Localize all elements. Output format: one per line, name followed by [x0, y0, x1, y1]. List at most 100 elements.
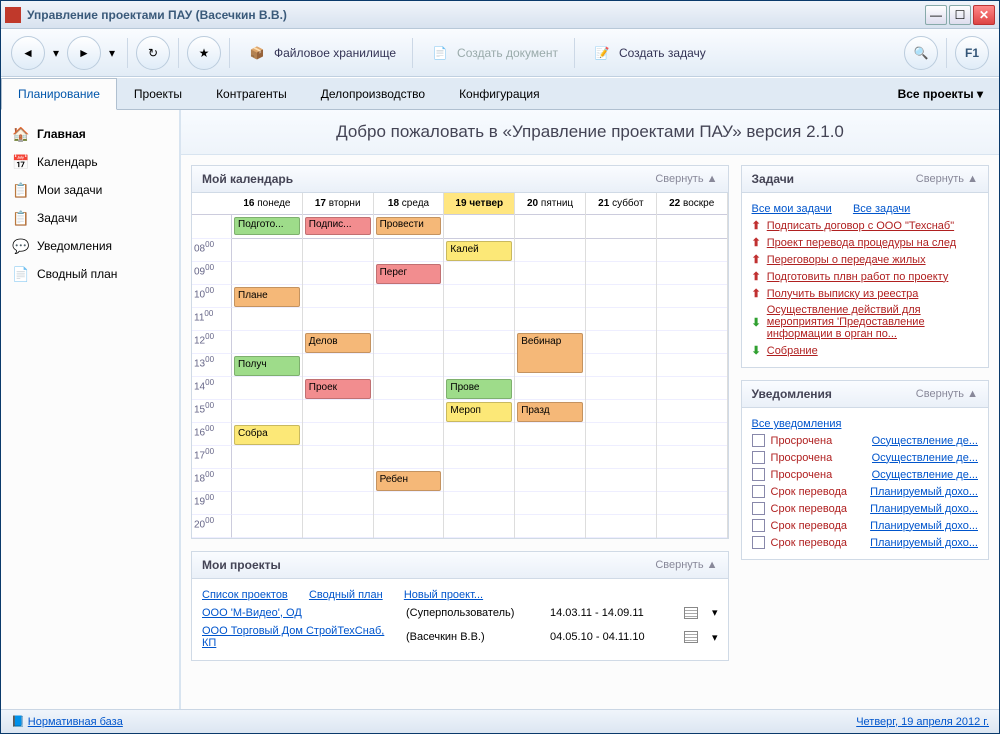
allday-event[interactable]: Провести	[376, 217, 442, 235]
calendar-event[interactable]: Получ	[234, 356, 300, 376]
projects-collapse[interactable]: Свернуть ▲	[655, 559, 717, 571]
calendar-event[interactable]: Ребен	[376, 471, 442, 491]
calendar-event[interactable]: Плане	[234, 287, 300, 307]
box-icon: 📦	[246, 42, 268, 64]
minimize-button[interactable]: —	[925, 5, 947, 25]
task-link[interactable]: Получить выписку из реестра	[767, 288, 919, 300]
day-header[interactable]: 16 понеде	[232, 193, 302, 215]
notifications-collapse[interactable]: Свернуть ▲	[916, 388, 978, 400]
allday-cell[interactable]	[586, 215, 656, 239]
allday-cell[interactable]: Подпис...	[303, 215, 373, 239]
calendar-event[interactable]: Собра	[234, 425, 300, 445]
task-link[interactable]: Собрание	[767, 345, 818, 357]
refresh-button[interactable]: ↻	[136, 36, 170, 70]
statusbar-date-link[interactable]: Четверг, 19 апреля 2012 г.	[856, 716, 989, 728]
tasks-collapse[interactable]: Свернуть ▲	[916, 173, 978, 185]
tab-4[interactable]: Конфигурация	[442, 78, 557, 109]
task-link[interactable]: Подписать договор с ООО "Техснаб"	[767, 220, 954, 232]
notification-link[interactable]: Осуществление де...	[872, 435, 978, 447]
notification-link[interactable]: Планируемый дохо...	[870, 537, 978, 549]
back-dropdown[interactable]: ▾	[49, 36, 63, 70]
calendar-event[interactable]: Мероп	[446, 402, 512, 422]
create-task-button[interactable]: 📝 Создать задачу	[583, 38, 714, 68]
maximize-button[interactable]: ☐	[949, 5, 971, 25]
project-name-link[interactable]: ООО 'М-Видео', ОД	[202, 607, 392, 619]
notification-checkbox[interactable]	[752, 485, 765, 498]
notification-checkbox[interactable]	[752, 502, 765, 515]
sidebar-item-5[interactable]: 📄Сводный план	[9, 260, 171, 288]
project-name-link[interactable]: ООО Торговый Дом СтройТехСнаб, КП	[202, 625, 392, 649]
notification-status: Просрочена	[771, 452, 866, 464]
tab-2[interactable]: Контрагенты	[199, 78, 304, 109]
notification-link[interactable]: Осуществление де...	[872, 452, 978, 464]
sidebar-item-0[interactable]: 🏠Главная	[9, 120, 171, 148]
allday-cell[interactable]: Подгото...	[232, 215, 302, 239]
back-button[interactable]: ◄	[11, 36, 45, 70]
day-header[interactable]: 19 четвер	[444, 193, 514, 215]
task-row: ⬆Переговоры о передаче жилых	[752, 251, 978, 268]
notification-link[interactable]: Планируемый дохо...	[870, 503, 978, 515]
task-link[interactable]: Подготовить плвн работ по проекту	[767, 271, 949, 283]
close-button[interactable]: ✕	[973, 5, 995, 25]
task-link[interactable]: Осуществление действий для мероприятия '…	[767, 304, 978, 340]
favorite-button[interactable]: ★	[187, 36, 221, 70]
day-header[interactable]: 20 пятниц	[515, 193, 585, 215]
day-header[interactable]: 17 вторни	[303, 193, 373, 215]
sidebar-item-2[interactable]: 📋Мои задачи	[9, 176, 171, 204]
task-link[interactable]: Переговоры о передаче жилых	[767, 254, 926, 266]
help-button[interactable]: F1	[955, 36, 989, 70]
tab-3[interactable]: Делопроизводство	[304, 78, 442, 109]
all-projects-dropdown[interactable]: Все проекты ▾	[882, 79, 999, 109]
forward-button[interactable]: ►	[67, 36, 101, 70]
notification-checkbox[interactable]	[752, 434, 765, 447]
my-tasks-link[interactable]: Все мои задачи	[752, 203, 832, 215]
sidebar-item-1[interactable]: 📅Календарь	[9, 148, 171, 176]
notification-checkbox[interactable]	[752, 451, 765, 464]
notifications-panel: Уведомления Свернуть ▲ Все уведомленияПр…	[741, 380, 989, 560]
create-document-button[interactable]: 📄 Создать документ	[421, 38, 566, 68]
calendar-event[interactable]: Празд	[517, 402, 583, 422]
day-header[interactable]: 21 суббот	[586, 193, 656, 215]
projects-panel: Мои проекты Свернуть ▲ Список проектов С…	[191, 551, 729, 661]
all-notifications-link[interactable]: Все уведомления	[752, 418, 842, 430]
calendar-event[interactable]: Вебинар	[517, 333, 583, 373]
notification-link[interactable]: Планируемый дохо...	[870, 486, 978, 498]
allday-event[interactable]: Подпис...	[305, 217, 371, 235]
sidebar-item-3[interactable]: 📋Задачи	[9, 204, 171, 232]
allday-cell[interactable]	[444, 215, 514, 239]
file-storage-button[interactable]: 📦 Файловое хранилище	[238, 38, 404, 68]
notification-row: Срок переводаПланируемый дохо...	[752, 517, 978, 534]
day-header[interactable]: 22 воскре	[657, 193, 727, 215]
notification-link[interactable]: Осуществление де...	[872, 469, 978, 481]
tab-1[interactable]: Проекты	[117, 78, 199, 109]
statusbar-left-link[interactable]: Нормативная база	[28, 716, 123, 728]
calendar-collapse[interactable]: Свернуть ▲	[655, 173, 717, 185]
grid-icon[interactable]	[684, 607, 698, 619]
allday-cell[interactable]	[657, 215, 727, 239]
sidebar-item-4[interactable]: 💬Уведомления	[9, 232, 171, 260]
tab-0[interactable]: Планирование	[1, 78, 117, 110]
allday-cell[interactable]: Провести	[374, 215, 444, 239]
project-link[interactable]: Новый проект...	[404, 589, 483, 601]
calendar-event[interactable]: Калей	[446, 241, 512, 261]
all-tasks-link[interactable]: Все задачи	[853, 203, 910, 215]
calendar-event[interactable]: Делов	[305, 333, 371, 353]
calendar-event[interactable]: Перег	[376, 264, 442, 284]
calendar-event[interactable]: Проек	[305, 379, 371, 399]
project-link[interactable]: Сводный план	[309, 589, 383, 601]
task-link[interactable]: Проект перевода процедуры на след	[767, 237, 956, 249]
notification-link[interactable]: Планируемый дохо...	[870, 520, 978, 532]
grid-icon[interactable]	[684, 631, 698, 643]
forward-dropdown[interactable]: ▾	[105, 36, 119, 70]
notification-checkbox[interactable]	[752, 519, 765, 532]
project-link[interactable]: Список проектов	[202, 589, 288, 601]
notification-checkbox[interactable]	[752, 468, 765, 481]
day-header[interactable]: 18 среда	[374, 193, 444, 215]
search-button[interactable]: 🔍	[904, 36, 938, 70]
priority-down-icon: ⬇	[752, 316, 761, 329]
calendar-event[interactable]: Прове	[446, 379, 512, 399]
allday-cell[interactable]	[515, 215, 585, 239]
notification-checkbox[interactable]	[752, 536, 765, 549]
allday-event[interactable]: Подгото...	[234, 217, 300, 235]
document-icon: 📄	[429, 42, 451, 64]
